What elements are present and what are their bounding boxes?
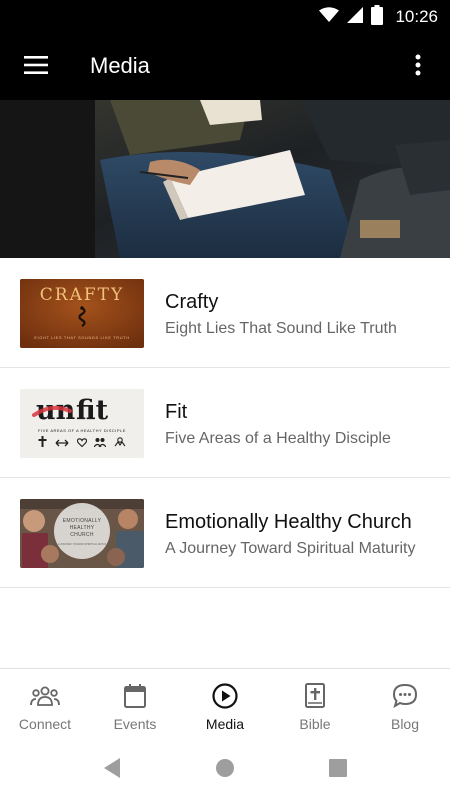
ehc-thumb-circle: EMOTIONALLY HEALTHY CHURCH A JOURNEY TOW… <box>54 503 110 559</box>
snake-icon <box>75 306 89 333</box>
group-icon <box>30 682 60 710</box>
media-item-subtitle: Five Areas of a Healthy Disciple <box>165 430 391 447</box>
nav-item-events[interactable]: Events <box>90 669 180 740</box>
media-item-emotionally-healthy-church[interactable]: EMOTIONALLY HEALTHY CHURCH A JOURNEY TOW… <box>0 478 450 588</box>
app-bar: Media <box>0 33 450 100</box>
overflow-menu-button[interactable] <box>396 45 440 89</box>
crafty-thumb-tagline: EIGHT LIES THAT SOUNDS LIKE TRUTH <box>34 335 130 340</box>
media-item-title: Fit <box>165 401 188 423</box>
ehc-thumb-tagline: A JOURNEY TOWARD SPIRITUAL MATURITY <box>58 543 106 546</box>
ehc-thumb-line1: EMOTIONALLY <box>62 518 102 524</box>
media-item-title: Emotionally Healthy Church <box>165 511 412 533</box>
ehc-thumbnail: EMOTIONALLY HEALTHY CHURCH A JOURNEY TOW… <box>20 499 144 568</box>
status-bar: 10:26 <box>0 0 450 33</box>
calendar-icon <box>120 682 150 710</box>
fit-thumbnail: un fit FIVE AREAS OF A HEALTHY DISCIPLE <box>20 389 144 458</box>
media-item-subtitle: A Journey Toward Spiritual Maturity <box>165 540 416 557</box>
nav-label-connect: Connect <box>18 716 72 732</box>
play-circle-icon <box>210 682 240 710</box>
menu-button[interactable] <box>14 45 58 89</box>
hands-icon <box>114 434 126 452</box>
home-icon <box>215 758 235 783</box>
fit-thumb-icon-row <box>38 434 126 452</box>
media-item-title: Crafty <box>165 291 219 313</box>
recents-icon <box>329 758 347 782</box>
heart-icon <box>76 434 87 452</box>
battery-icon <box>371 4 384 30</box>
people-icon <box>93 434 107 452</box>
system-nav-bar <box>0 740 450 800</box>
crafty-thumb-title: CRAFTY <box>39 285 125 305</box>
hero-photo <box>0 100 450 258</box>
status-icons: 10:26 <box>319 4 438 30</box>
nav-item-blog[interactable]: Blog <box>360 669 450 740</box>
fit-thumb-wordmark: un fit <box>30 395 134 426</box>
fit-thumb-tagline: FIVE AREAS OF A HEALTHY DISCIPLE <box>38 428 126 433</box>
fit-thumb-word: fit <box>76 395 109 426</box>
crafty-thumbnail: CRAFTY EIGHT LIES THAT SOUNDS LIKE TRUTH <box>20 279 144 348</box>
bottom-nav: Connect Events Media Bible Blog <box>0 668 450 740</box>
media-item-crafty[interactable]: CRAFTY EIGHT LIES THAT SOUNDS LIKE TRUTH… <box>0 258 450 368</box>
bible-icon <box>300 682 330 710</box>
media-list: CRAFTY EIGHT LIES THAT SOUNDS LIKE TRUTH… <box>0 258 450 588</box>
more-vert-icon <box>415 54 421 81</box>
media-item-fit[interactable]: un fit FIVE AREAS OF A HEALTHY DISCIPLE … <box>0 368 450 478</box>
cellular-signal-icon <box>347 6 364 28</box>
media-item-subtitle: Eight Lies That Sound Like Truth <box>165 320 397 337</box>
menu-icon <box>24 55 48 79</box>
status-time: 10:26 <box>395 7 438 26</box>
nav-item-media[interactable]: Media <box>180 669 270 740</box>
arrows-icon <box>55 434 69 452</box>
home-button[interactable] <box>213 758 237 782</box>
red-brush-stroke <box>32 405 72 417</box>
page-title: Media <box>90 53 150 78</box>
nav-label-events: Events <box>113 716 157 732</box>
nav-label-media: Media <box>205 716 245 732</box>
nav-label-bible: Bible <box>299 716 331 732</box>
ehc-thumb-line2: HEALTHY <box>69 525 95 531</box>
hero-image <box>0 100 450 258</box>
back-button[interactable] <box>100 757 124 784</box>
back-icon <box>102 757 122 784</box>
chat-bubble-icon <box>390 682 420 710</box>
cross-icon <box>38 434 47 452</box>
nav-item-connect[interactable]: Connect <box>0 669 90 740</box>
nav-label-blog: Blog <box>390 716 420 732</box>
ehc-thumb-line3: CHURCH <box>70 532 94 538</box>
wifi-icon <box>319 6 340 28</box>
nav-item-bible[interactable]: Bible <box>270 669 360 740</box>
recents-button[interactable] <box>326 758 350 782</box>
